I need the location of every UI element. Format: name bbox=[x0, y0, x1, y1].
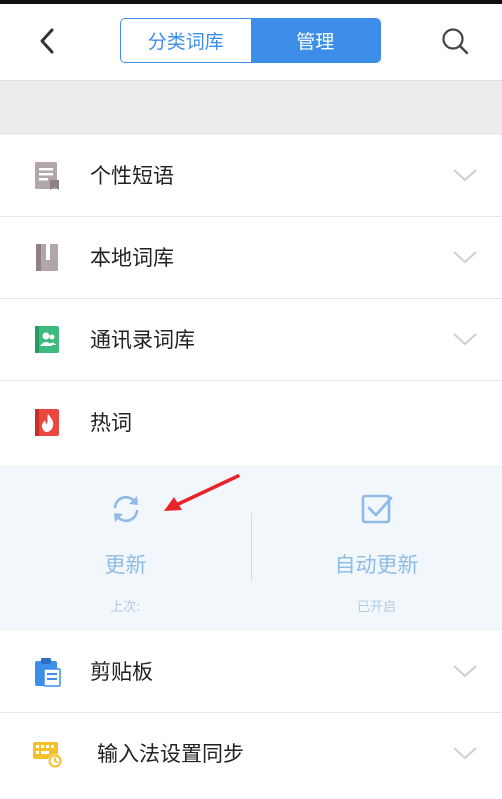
row-personal-phrases[interactable]: 个性短语 bbox=[0, 135, 502, 217]
contacts-book-icon bbox=[35, 326, 59, 353]
back-button[interactable] bbox=[30, 24, 64, 58]
row-label: 本地词库 bbox=[90, 246, 174, 270]
chevron-down-icon bbox=[453, 251, 477, 264]
row-label: 热词 bbox=[90, 411, 132, 435]
row-contacts-lexicon[interactable]: 通讯录词库 bbox=[0, 299, 502, 381]
top-bar: 分类词库 管理 bbox=[0, 4, 502, 81]
auto-update-label: 自动更新 bbox=[334, 553, 419, 577]
row-label: 个性短语 bbox=[90, 164, 174, 188]
row-hot-words[interactable]: 热词 bbox=[0, 382, 502, 465]
chevron-left-icon bbox=[40, 28, 54, 54]
chevron-down-icon bbox=[453, 169, 477, 182]
update-button[interactable]: 更新 上次: bbox=[0, 465, 251, 631]
chevron-down-icon bbox=[453, 333, 477, 346]
auto-update-status: 已开启 bbox=[356, 600, 396, 615]
row-clipboard[interactable]: 剪贴板 bbox=[0, 631, 502, 713]
tab-manage[interactable]: 管理 bbox=[250, 19, 380, 62]
clipboard-icon bbox=[35, 658, 61, 687]
flame-icon bbox=[35, 409, 59, 436]
row-ime-settings-sync[interactable]: 输入法设置同步 bbox=[0, 713, 502, 795]
row-label: 输入法设置同步 bbox=[97, 742, 244, 766]
row-local-lexicon[interactable]: 本地词库 bbox=[0, 217, 502, 299]
search-button[interactable] bbox=[440, 26, 470, 56]
phrase-doc-icon bbox=[35, 162, 59, 190]
refresh-icon bbox=[113, 495, 138, 523]
keyboard-sync-icon bbox=[33, 742, 62, 768]
segmented-control: 分类词库 管理 bbox=[120, 18, 381, 63]
book-icon bbox=[36, 244, 58, 271]
section-spacer bbox=[0, 81, 502, 135]
tab-category-lexicon[interactable]: 分类词库 bbox=[121, 19, 251, 62]
checkbox-checked-icon bbox=[361, 494, 392, 524]
hot-words-panel: 更新 上次: 自动更新 已开启 bbox=[0, 465, 502, 632]
row-label: 通讯录词库 bbox=[90, 328, 195, 352]
auto-update-toggle[interactable]: 自动更新 已开启 bbox=[251, 465, 502, 631]
chevron-down-icon bbox=[453, 665, 477, 678]
update-label: 更新 bbox=[104, 553, 147, 577]
search-icon bbox=[442, 28, 469, 55]
row-label: 剪贴板 bbox=[90, 660, 153, 684]
chevron-down-icon bbox=[453, 747, 477, 760]
last-update-label: 上次: bbox=[110, 600, 141, 615]
